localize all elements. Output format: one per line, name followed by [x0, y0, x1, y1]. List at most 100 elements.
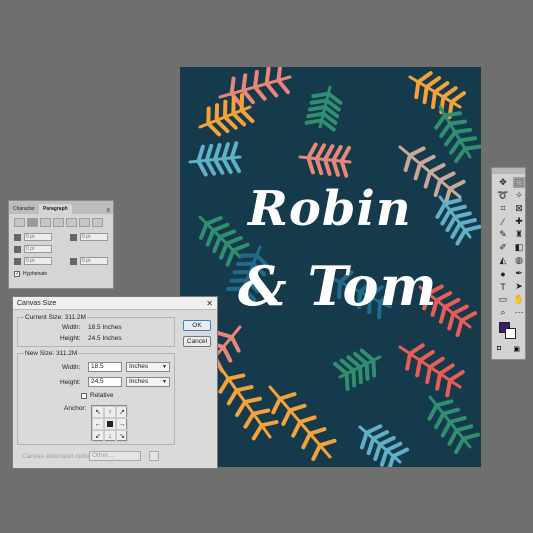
type-icon[interactable]: T: [497, 281, 509, 292]
bucket-icon[interactable]: ◭: [497, 255, 509, 266]
anchor-w[interactable]: ←: [92, 418, 104, 430]
space-before-icon: [14, 257, 21, 265]
leaf-frond: [398, 343, 465, 398]
indent-right-field[interactable]: 0 pt: [80, 233, 108, 241]
screen-mode-icon[interactable]: ▣: [513, 345, 520, 353]
justify-all-button[interactable]: [92, 218, 103, 227]
anchor-sw[interactable]: ↙: [92, 430, 104, 442]
extension-color-swatch[interactable]: [149, 451, 159, 461]
relative-checkbox[interactable]: [81, 393, 87, 399]
dialog-titlebar[interactable]: Canvas Size ✕: [13, 297, 217, 310]
relative-label: Relative: [90, 392, 114, 399]
shape-icon[interactable]: ▭: [497, 294, 509, 305]
width-unit-select[interactable]: Inches ▼: [126, 362, 170, 372]
justify-left-button[interactable]: [53, 218, 64, 227]
panel-menu-icon[interactable]: ≡: [106, 208, 110, 214]
hand-icon[interactable]: ✋: [513, 294, 525, 305]
leaf-frond: [198, 93, 255, 137]
pen-icon[interactable]: ✒: [513, 268, 525, 279]
width-input[interactable]: 18.5: [88, 362, 122, 372]
width-label: Width:: [62, 364, 81, 371]
paragraph-panel: Character Paragraph ≡ 0 pt 0 pt 0 pt 0 p…: [8, 200, 114, 289]
indent-left-field[interactable]: 0 pt: [24, 233, 52, 241]
alignment-buttons: [9, 214, 113, 231]
indent-first-line-field[interactable]: 0 pt: [24, 245, 52, 253]
new-size-label: New Size: 311.2M: [24, 350, 79, 357]
justify-center-button[interactable]: [66, 218, 77, 227]
height-unit-value: Inches: [129, 378, 149, 385]
zoom-icon[interactable]: ⌕: [497, 307, 509, 318]
marquee-icon[interactable]: ⬚: [513, 177, 525, 188]
current-height-label: Height:: [60, 335, 81, 342]
tools-panel: ✥ ⬚ ➰ ✧ ⌗ ⊠ ⁄ ✚ ✎ ♜ ✐ ◧ ◭ ◍ ● ✒ T ➤ ▭ ✋ ⌕ ⋯ ◘ ▣: [491, 167, 526, 360]
dodge-icon[interactable]: ●: [497, 268, 509, 279]
width-unit-value: Inches: [129, 363, 149, 370]
lasso-icon[interactable]: ➰: [497, 190, 509, 201]
space-before-field[interactable]: 0 pt: [24, 257, 52, 265]
hyphenate-checkbox[interactable]: ✓: [14, 271, 20, 277]
current-size-group: Current Size: 311.2M Width: 18.5 Inches …: [17, 314, 175, 347]
crop-icon[interactable]: ⌗: [497, 203, 509, 214]
height-input[interactable]: 24.5: [88, 377, 122, 387]
magic-wand-icon[interactable]: ✧: [513, 190, 525, 201]
eraser-icon[interactable]: ◧: [513, 242, 525, 253]
anchor-center[interactable]: [104, 418, 116, 430]
quick-mask-icon[interactable]: ◘: [497, 345, 501, 353]
frame-icon[interactable]: ⊠: [513, 203, 525, 214]
close-icon[interactable]: ✕: [206, 299, 213, 308]
extension-color-label: Canvas extension color:: [22, 453, 92, 460]
space-after-icon: [70, 257, 77, 265]
indent-first-line-icon: [14, 245, 21, 253]
path-select-icon[interactable]: ➤: [513, 281, 525, 292]
align-left-button[interactable]: [14, 218, 25, 227]
leaf-frond: [298, 142, 352, 178]
extension-color-select[interactable]: Other...: [89, 451, 141, 461]
leaf-frond: [218, 365, 279, 441]
dialog-title: Canvas Size: [17, 299, 57, 307]
align-right-button[interactable]: [40, 218, 51, 227]
align-center-button[interactable]: [27, 218, 38, 227]
anchor-grid[interactable]: ↖ ↑ ↗ ← → ↙ ↓ ↘: [91, 405, 128, 442]
tab-paragraph[interactable]: Paragraph: [38, 204, 72, 214]
anchor-se[interactable]: ↘: [116, 430, 128, 442]
history-brush-icon[interactable]: ✐: [497, 242, 509, 253]
justify-right-button[interactable]: [79, 218, 90, 227]
hyphenate-label: Hyphenate: [23, 271, 48, 277]
anchor-nw[interactable]: ↖: [92, 406, 104, 418]
healing-icon[interactable]: ✚: [513, 216, 525, 227]
ok-button[interactable]: OK: [183, 320, 211, 331]
chevron-down-icon: ▼: [162, 379, 167, 385]
anchor-n[interactable]: ↑: [104, 406, 116, 418]
background-color-swatch[interactable]: [505, 328, 516, 339]
stamp-icon[interactable]: ♜: [513, 229, 525, 240]
leaf-frond: [268, 385, 337, 461]
tab-character[interactable]: Character: [9, 204, 39, 214]
leaf-frond: [218, 67, 292, 108]
current-width-label: Width:: [62, 324, 81, 331]
anchor-label: Anchor:: [64, 405, 87, 412]
height-unit-select[interactable]: Inches ▼: [126, 377, 170, 387]
height-label: Height:: [60, 379, 81, 386]
move-icon[interactable]: ✥: [497, 177, 509, 188]
more-icon[interactable]: ⋯: [513, 307, 525, 318]
name-line-2: & Tom: [238, 254, 438, 318]
brush-icon[interactable]: ✎: [497, 229, 509, 240]
current-size-label: Current Size: 311.2M: [24, 314, 87, 321]
leaf-frond: [427, 395, 481, 455]
blur-icon[interactable]: ◍: [513, 255, 525, 266]
anchor-s[interactable]: ↓: [104, 430, 116, 442]
space-after-field[interactable]: 0 pt: [80, 257, 108, 265]
leaf-frond: [333, 348, 382, 391]
leaf-frond: [358, 424, 410, 467]
document-canvas[interactable]: Robin & Tom: [180, 67, 481, 467]
tool-grid: ✥ ⬚ ➰ ✧ ⌗ ⊠ ⁄ ✚ ✎ ♜ ✐ ◧ ◭ ◍ ● ✒ T ➤ ▭ ✋ ⌕ ⋯: [492, 174, 525, 318]
color-swatches: [492, 322, 525, 344]
leaf-frond: [188, 141, 242, 177]
cancel-button[interactable]: Cancel: [183, 336, 211, 347]
anchor-ne[interactable]: ↗: [116, 406, 128, 418]
leaf-frond: [434, 105, 481, 164]
name-line-1: Robin: [248, 181, 412, 237]
anchor-e[interactable]: →: [116, 418, 128, 430]
leaf-frond: [408, 71, 467, 120]
eyedropper-icon[interactable]: ⁄: [497, 216, 509, 227]
